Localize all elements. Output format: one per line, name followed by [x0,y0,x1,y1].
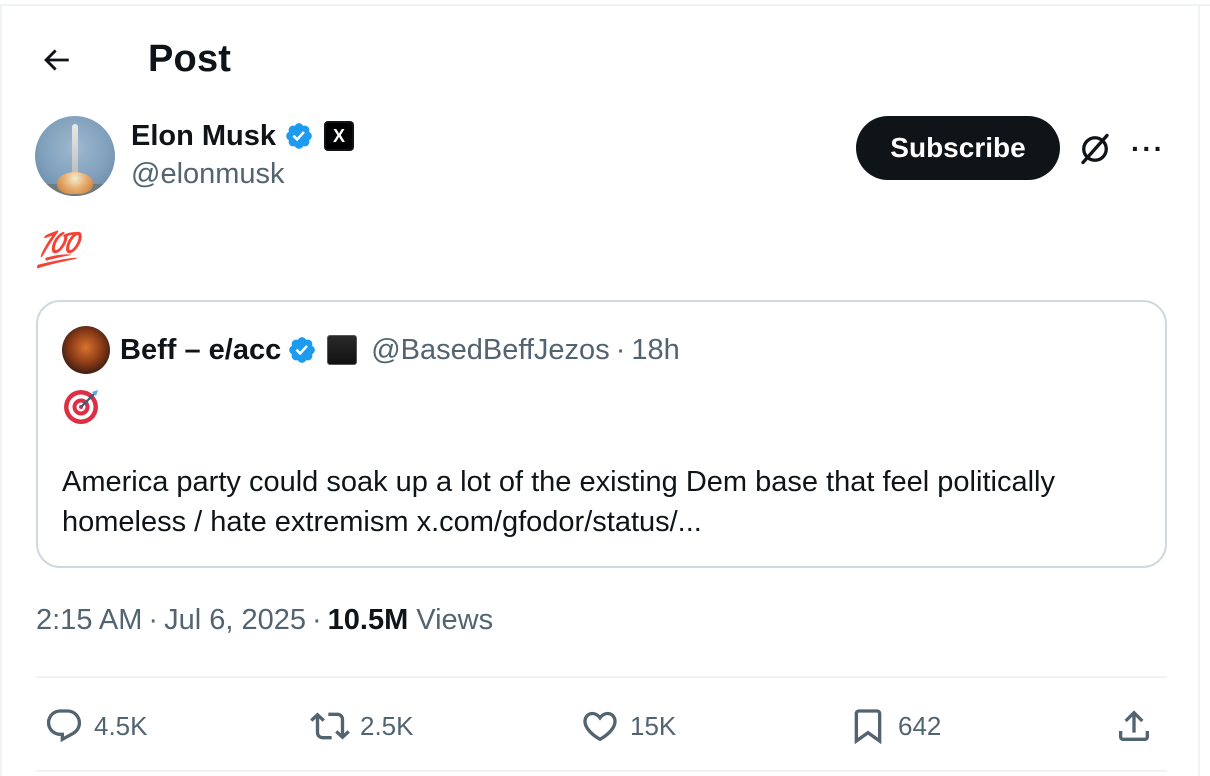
more-icon: ··· [1131,133,1165,164]
post-text: 💯 [36,231,79,269]
divider [36,770,1167,772]
views-count: 10.5M [327,604,409,636]
quoted-post-card[interactable]: Beff – e/acc @BasedBeffJezos · 18h Ameri… [36,300,1167,568]
rocket-image [72,124,78,176]
more-options-button[interactable]: ··· [1126,128,1170,170]
author-name-row: Elon Musk X [131,118,355,154]
direct-hit-emoji-icon [64,390,98,424]
quoted-author-name[interactable]: Beff – e/acc [120,334,281,367]
author-handle[interactable]: @elonmusk [131,158,285,191]
verified-badge-icon[interactable] [287,335,317,365]
verified-badge-icon[interactable] [284,121,314,151]
post-view: Post Elon Musk X @elonmusk Subscribe ···… [0,0,1210,776]
quoted-handle[interactable]: @BasedBeffJezos [371,334,610,367]
quoted-text: America party could soak up a lot of the… [62,466,1055,538]
reply-count: 4.5K [94,710,148,741]
author-name[interactable]: Elon Musk [131,120,276,153]
right-border [1198,4,1200,776]
share-button[interactable] [1114,700,1154,752]
separator: · [311,604,322,636]
quoted-avatar[interactable] [62,326,110,374]
heart-icon [583,711,617,742]
like-button[interactable]: 15K [580,700,676,752]
divider [36,676,1167,678]
views-label: Views [416,604,494,636]
quoted-timestamp[interactable]: 18h [631,334,679,367]
separator: · [615,333,626,366]
repost-icon [310,712,350,740]
back-button[interactable] [30,40,82,80]
repost-button[interactable]: 2.5K [310,700,414,752]
separator: · [148,604,159,636]
quoted-header: Beff – e/acc @BasedBeffJezos · 18h [120,330,680,370]
share-icon [1119,710,1149,741]
post-meta: 2:15 AM · Jul 6, 2025 · 10.5M Views [36,604,493,637]
arrow-left-icon [44,49,69,71]
like-count: 15K [630,710,677,741]
affiliation-badge[interactable]: X [324,121,355,151]
header: Post [0,30,1198,90]
bookmark-icon [854,709,882,745]
affiliation-badge-icon[interactable] [327,335,358,365]
reply-icon [46,709,82,743]
page-title: Post [148,38,232,80]
grok-icon [1081,133,1109,165]
bookmark-button[interactable]: 642 [848,700,941,752]
repost-count: 2.5K [360,710,414,741]
post-time[interactable]: 2:15 AM [36,604,142,637]
grok-button[interactable] [1074,128,1116,170]
subscribe-button[interactable]: Subscribe [856,116,1060,180]
post-date[interactable]: Jul 6, 2025 [164,604,306,637]
avatar[interactable] [35,116,115,196]
bookmark-count: 642 [898,710,942,741]
reply-button[interactable]: 4.5K [44,700,148,752]
left-border [0,4,2,776]
top-divider [0,4,1210,6]
